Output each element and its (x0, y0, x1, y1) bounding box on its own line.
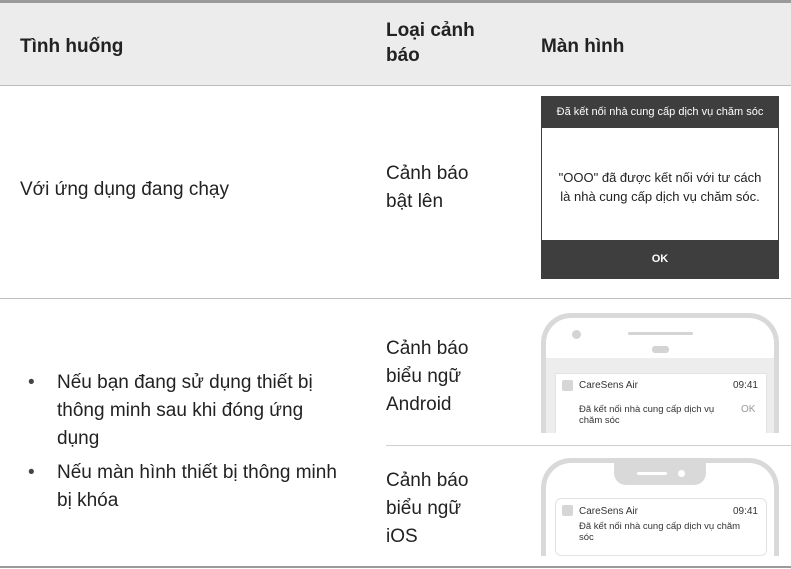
table-header: Tình huống Loại cảnh báo Màn hình (0, 3, 791, 85)
row1-alert-type-line1: Cảnh báo (386, 163, 469, 184)
header-situation: Tình huống (20, 36, 124, 57)
dialog-title: Đã kết nối nhà cung cấp dịch vụ chăm sóc (541, 96, 779, 128)
ios-type-line3: iOS (386, 526, 418, 547)
android-ios-divider (386, 445, 791, 446)
ios-time: 09:41 (732, 506, 758, 517)
bullet-1-line1: Nếu bạn đang sử dụng thiết bị (57, 372, 313, 393)
row1-alert-type-line2: bật lên (386, 191, 444, 212)
ios-message-line2: sóc (579, 532, 594, 543)
ios-app-name: CareSens Air (579, 506, 638, 517)
android-sensor (652, 346, 669, 353)
android-app-icon (562, 380, 573, 391)
header-alert-type-line1: Loại cảnh (386, 20, 475, 41)
bullet-1-symbol: • (28, 372, 35, 393)
row1-divider (0, 298, 791, 299)
android-speaker (628, 332, 693, 335)
android-type-line1: Cảnh báo (386, 338, 469, 359)
bullet-2-line2: bị khóa (57, 490, 119, 511)
ios-camera-dot (678, 470, 685, 477)
android-type-line3: Android (386, 394, 452, 415)
android-app-name: CareSens Air (579, 380, 638, 391)
android-ok-action[interactable]: OK (741, 404, 755, 416)
android-time: 09:41 (732, 380, 758, 391)
ios-notification-banner[interactable]: CareSens Air 09:41 Đã kết nối nhà cung c… (555, 498, 767, 556)
dialog-ok-button[interactable]: OK (541, 240, 779, 279)
header-screen: Màn hình (541, 36, 625, 57)
popup-alert-dialog: Đã kết nối nhà cung cấp dịch vụ chăm sóc… (541, 96, 779, 279)
android-notification-banner[interactable]: CareSens Air 09:41 Đã kết nối nhà cung c… (555, 373, 767, 433)
bullet-2-symbol: • (28, 462, 35, 483)
android-message-line2: chăm sóc (579, 415, 620, 426)
android-phone-mockup: CareSens Air 09:41 Đã kết nối nhà cung c… (541, 313, 779, 433)
bullet-1-line3: dụng (57, 428, 100, 449)
android-type-line2: biểu ngữ (386, 366, 462, 387)
header-alert-type-line2: báo (386, 45, 420, 66)
row1-situation: Với ứng dụng đang chạy (20, 179, 229, 200)
android-camera-dot (572, 330, 581, 339)
bullet-2-line1: Nếu màn hình thiết bị thông minh (57, 462, 337, 483)
dialog-message-line1: "OOO" đã được kết nối với tư cách (558, 170, 762, 185)
dialog-message-line2: là nhà cung cấp dịch vụ chăm sóc. (560, 189, 760, 204)
android-message-line1: Đã kết nối nhà cung cấp dịch vụ (579, 404, 715, 415)
table-bottom-rule (0, 566, 791, 568)
bullet-1-line2: thông minh sau khi đóng ứng (57, 400, 304, 421)
ios-type-line2: biểu ngữ (386, 498, 462, 519)
dialog-message: "OOO" đã được kết nối với tư cách là nhà… (549, 168, 771, 206)
ios-app-icon (562, 505, 573, 516)
ios-message-line1: Đã kết nối nhà cung cấp dịch vụ chăm (579, 521, 741, 532)
ios-phone-mockup: CareSens Air 09:41 Đã kết nối nhà cung c… (541, 458, 779, 556)
ios-speaker (637, 472, 667, 475)
header-divider (0, 85, 791, 86)
ios-type-line1: Cảnh báo (386, 470, 469, 491)
